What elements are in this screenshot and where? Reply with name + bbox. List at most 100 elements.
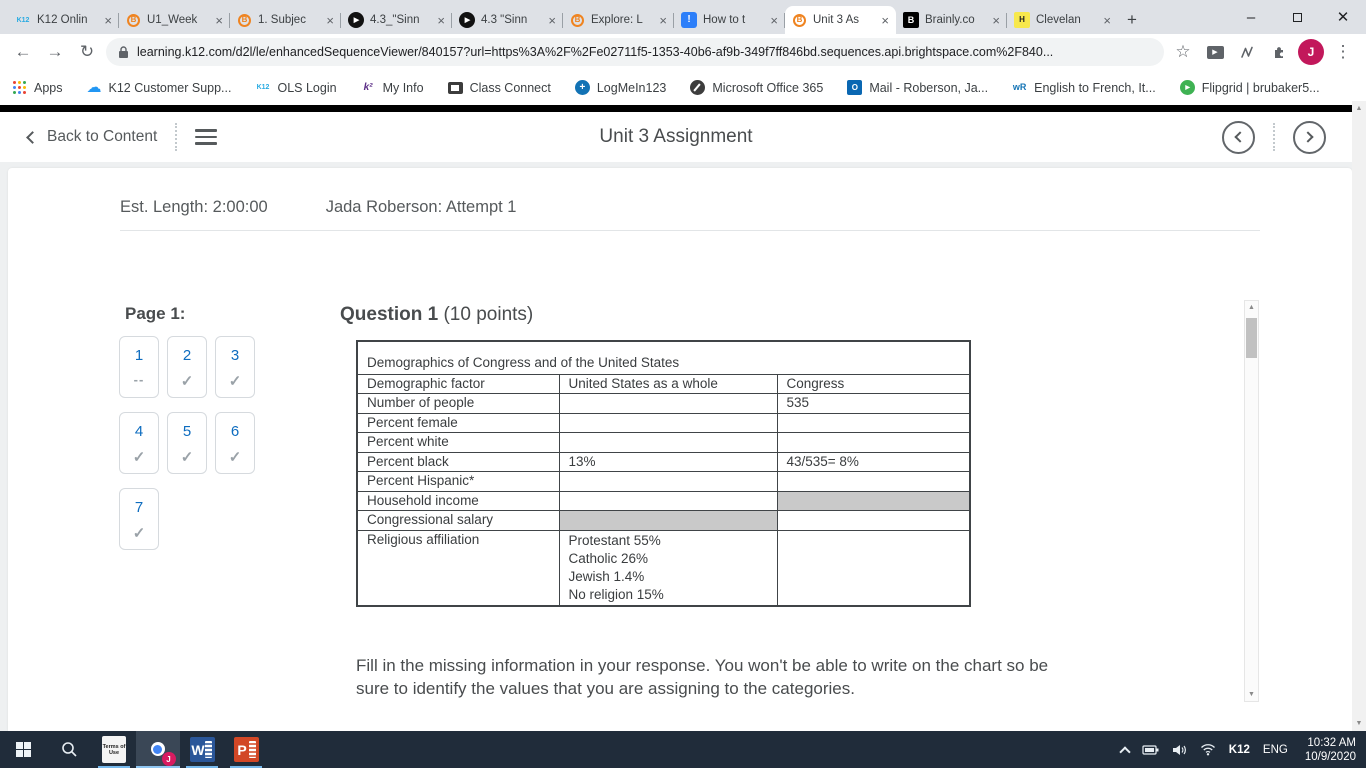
bookmark-item[interactable]: Apps [12, 80, 63, 95]
close-tab-icon[interactable]: × [104, 14, 112, 27]
question-button-7[interactable]: 7 ✓ [119, 488, 159, 550]
browser-tab[interactable]: H Clevelan × [1007, 6, 1118, 34]
browser-tab[interactable]: K12 K12 Onlin × [8, 6, 119, 34]
browser-tab[interactable]: ! How to t × [674, 6, 785, 34]
close-tab-icon[interactable]: × [326, 14, 334, 27]
bookmark-item[interactable]: Class Connect [447, 81, 551, 95]
bookmark-item[interactable]: k² My Info [361, 80, 424, 95]
tray-k12-label[interactable]: K12 [1229, 744, 1250, 756]
taskbar-app-terms-of-use[interactable]: Terms of Use [92, 731, 136, 768]
signature-extension-icon[interactable] [1234, 39, 1260, 65]
brainly-black-favicon: B [903, 12, 919, 28]
close-tab-icon[interactable]: × [992, 14, 1000, 27]
browser-tab[interactable]: B Unit 3 As × [785, 6, 896, 34]
bookmark-item[interactable]: + LogMeIn123 [574, 80, 666, 95]
close-tab-icon[interactable]: × [770, 14, 778, 27]
dotted-divider [1273, 123, 1275, 151]
bookmark-item[interactable]: O Mail - Roberson, Ja... [847, 80, 988, 95]
language-indicator[interactable]: ENG [1263, 744, 1288, 756]
bookmark-item[interactable]: ☁ K12 Customer Supp... [87, 80, 232, 95]
forward-icon[interactable]: → [42, 39, 68, 65]
close-tab-icon[interactable]: × [659, 14, 667, 27]
question-button-6[interactable]: 6 ✓ [215, 412, 255, 474]
taskbar-app-powerpoint[interactable]: P [224, 731, 268, 768]
close-tab-icon[interactable]: × [215, 14, 223, 27]
bookmark-item[interactable]: Microsoft Office 365 [690, 80, 823, 95]
bookmark-label: My Info [382, 80, 424, 95]
browser-tab[interactable]: ▶ 4.3 "Sinn × [452, 6, 563, 34]
bookmark-star-icon[interactable]: ☆ [1170, 39, 1196, 65]
close-tab-icon[interactable]: × [881, 14, 889, 27]
browser-tab[interactable]: B Brainly.co × [896, 6, 1007, 34]
tab-title: Clevelan [1036, 14, 1081, 26]
bookmark-item[interactable]: ▶ Flipgrid | brubaker5... [1179, 80, 1320, 95]
content-scrollbar[interactable]: ▲ ▼ [1244, 300, 1259, 702]
question-button-1[interactable]: 1 -- [119, 336, 159, 398]
question-button-number: 4 [134, 423, 144, 440]
lmi-icon: + [574, 80, 590, 95]
taskbar-app-chrome[interactable]: J [136, 731, 180, 768]
outlook-icon: O [847, 80, 863, 95]
browser-navbar: ← → ↻ learning.k12.com/d2l/le/enhancedSe… [0, 34, 1366, 70]
maximize-button[interactable] [1274, 0, 1320, 34]
back-icon[interactable]: ← [10, 39, 36, 65]
scroll-down-icon[interactable]: ▼ [1245, 691, 1258, 698]
question-button-3[interactable]: 3 ✓ [215, 336, 255, 398]
minimize-button[interactable]: – [1228, 0, 1274, 34]
new-tab-button[interactable]: + [1118, 6, 1146, 34]
video-extension-icon[interactable]: ▶ [1202, 39, 1228, 65]
table-row: Percent Hispanic* [356, 471, 971, 492]
menu-hamburger-icon[interactable] [195, 129, 218, 145]
tab-title: How to t [703, 14, 746, 26]
close-tab-icon[interactable]: × [1103, 14, 1111, 27]
scroll-down-icon[interactable]: ▼ [1352, 720, 1366, 727]
back-to-content-link[interactable]: Back to Content [26, 128, 157, 146]
table-cell: Protestant 55% Catholic 26% Jewish 1.4% No … [558, 529, 778, 606]
browser-tab[interactable]: ▶ 4.3_"Sinn × [341, 6, 452, 34]
scrollbar-thumb[interactable] [1246, 318, 1257, 358]
browser-tab[interactable]: B Explore: L × [563, 6, 674, 34]
scroll-up-icon[interactable]: ▲ [1245, 304, 1258, 311]
close-tab-icon[interactable]: × [437, 14, 445, 27]
table-row: Percent black 13% 43/535= 8% [356, 451, 971, 472]
battery-icon[interactable] [1142, 743, 1159, 757]
reload-icon[interactable]: ↻ [74, 39, 100, 65]
window-scrollbar[interactable]: ▲ ▼ [1352, 101, 1366, 731]
wifi-icon[interactable] [1200, 743, 1216, 756]
bookmark-label: K12 Customer Supp... [108, 80, 232, 95]
tray-chevron-up-icon[interactable] [1119, 745, 1131, 758]
browser-tab[interactable]: B U1_Week × [119, 6, 230, 34]
start-button[interactable] [0, 731, 46, 768]
question-button-4[interactable]: 4 ✓ [119, 412, 159, 474]
answered-check-icon: ✓ [180, 449, 194, 466]
table-cell: Percent Hispanic* [356, 471, 560, 492]
extensions-puzzle-icon[interactable] [1266, 39, 1292, 65]
chrome-menu-icon[interactable]: ⋮ [1330, 39, 1356, 65]
browser-tab[interactable]: B 1. Subjec × [230, 6, 341, 34]
brainly-orange-favicon: B [127, 13, 140, 27]
table-cell-line: No religion 15% [568, 586, 664, 602]
next-page-button[interactable] [1293, 120, 1326, 154]
page-background: Est. Length: 2:00:00 Jada Roberson: Atte… [0, 162, 1352, 731]
question-button-2[interactable]: 2 ✓ [167, 336, 207, 398]
scroll-up-icon[interactable]: ▲ [1352, 105, 1366, 112]
bookmark-item[interactable]: K12 OLS Login [255, 80, 337, 95]
speaker-icon[interactable] [1172, 743, 1187, 757]
bookmark-item[interactable]: wR English to French, It... [1012, 80, 1156, 95]
close-window-button[interactable]: ✕ [1320, 0, 1366, 34]
search-button[interactable] [46, 731, 92, 768]
howto-favicon: ! [681, 12, 697, 28]
taskbar-app-word[interactable]: W [180, 731, 224, 768]
question-nav-grid: 1 -- 2 ✓ 3 ✓ 4 ✓ 5 ✓ 6 ✓ 7 ✓ [119, 336, 271, 564]
question-button-5[interactable]: 5 ✓ [167, 412, 207, 474]
flip-icon: ▶ [1179, 80, 1195, 95]
table-cell [776, 412, 971, 433]
previous-page-button[interactable] [1222, 120, 1255, 154]
close-tab-icon[interactable]: × [548, 14, 556, 27]
clock-date: 10/9/2020 [1304, 750, 1356, 763]
taskbar-clock[interactable]: 10:32 AM 10/9/2020 [1301, 736, 1356, 764]
table-cell [558, 510, 778, 531]
table-cell-line: Catholic 26% [568, 550, 649, 566]
profile-avatar[interactable]: J [1298, 39, 1324, 65]
address-bar[interactable]: learning.k12.com/d2l/le/enhancedSequence… [106, 38, 1164, 66]
